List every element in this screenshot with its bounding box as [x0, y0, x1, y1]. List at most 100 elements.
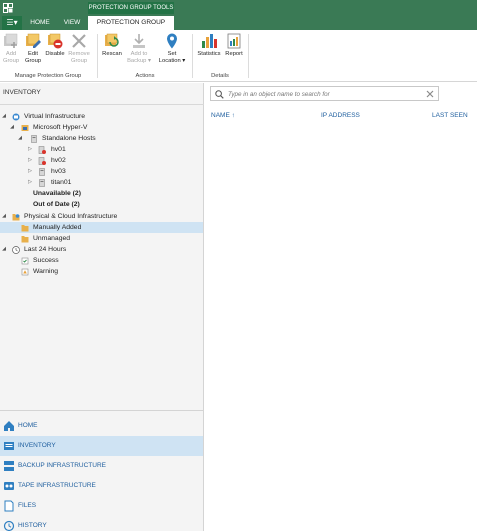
ribbon: Add Group Edit Group Disable Remove Grou…: [0, 30, 477, 82]
tree-item-label: titan01: [51, 179, 72, 186]
ribbon-divider: [248, 34, 249, 78]
tree-item-hv01[interactable]: ▷ hv01: [0, 144, 203, 155]
main-menu-button[interactable]: ☰▾: [2, 16, 22, 30]
collapse-arrow-icon[interactable]: ◢: [17, 133, 23, 144]
report-icon: [227, 33, 241, 49]
rescan-button[interactable]: Rescan: [101, 32, 123, 72]
tree-item-virtual-infrastructure[interactable]: ◢ Virtual Infrastructure: [0, 111, 203, 122]
tree-item-label: Last 24 Hours: [24, 246, 67, 253]
nav-inventory[interactable]: INVENTORY: [0, 436, 203, 456]
tree-item-label: Unavailable (2): [33, 190, 81, 197]
statistics-button[interactable]: Statistics: [195, 32, 223, 72]
report-button[interactable]: Report: [223, 32, 245, 72]
expand-arrow-icon[interactable]: ▷: [27, 177, 33, 188]
collapse-arrow-icon[interactable]: ◢: [1, 111, 7, 122]
tree-item-label: hv01: [51, 146, 66, 153]
physical-cloud-icon: [12, 214, 20, 221]
remove-group-button[interactable]: Remove Group: [68, 32, 90, 72]
nav-history[interactable]: HISTORY: [0, 516, 203, 531]
ribbon-divider: [192, 34, 193, 78]
rescan-icon: [105, 33, 119, 47]
edit-group-icon: [26, 33, 41, 48]
nav-files[interactable]: FILES: [0, 496, 203, 516]
app-icon: [3, 3, 13, 13]
column-header-ip-address[interactable]: IP ADDRESS: [321, 112, 360, 119]
clock-icon: [12, 246, 20, 254]
server-error-icon: [38, 146, 46, 154]
disable-label: Disable: [45, 51, 65, 57]
add-group-button[interactable]: Add Group: [0, 32, 22, 72]
tree-item-unavailable[interactable]: Unavailable (2): [0, 188, 203, 199]
tab-home[interactable]: HOME: [24, 16, 56, 30]
backup-infrastructure-icon: [4, 461, 14, 471]
add-to-backup-icon: [133, 34, 145, 48]
tree-item-warning[interactable]: Warning: [0, 266, 203, 277]
nav-label: BACKUP INFRASTRUCTURE: [18, 462, 107, 469]
search-input[interactable]: [228, 89, 418, 99]
tree-item-standalone-hosts[interactable]: ◢ Standalone Hosts: [0, 133, 203, 144]
collapse-arrow-icon[interactable]: ◢: [9, 122, 15, 133]
tab-view[interactable]: VIEW: [58, 16, 86, 30]
tree-item-physical-cloud[interactable]: ◢ Physical & Cloud Infrastructure: [0, 211, 203, 222]
hyper-v-icon: [21, 125, 29, 131]
add-to-backup-label: Add to: [130, 51, 148, 57]
sort-ascending-icon: ↑: [231, 112, 235, 119]
server-icon: [39, 179, 45, 187]
tree-item-label: Out of Date (2): [33, 201, 80, 208]
expand-arrow-icon[interactable]: ▷: [27, 166, 33, 177]
tree-item-label: Standalone Hosts: [42, 135, 96, 142]
tab-protection-group[interactable]: PROTECTION GROUP: [88, 16, 174, 30]
column-header-last-seen[interactable]: LAST SEEN: [432, 112, 468, 119]
success-icon: [21, 257, 29, 265]
divider: [0, 104, 204, 105]
edit-group-label: Edit: [28, 51, 38, 57]
collapse-arrow-icon[interactable]: ◢: [1, 211, 7, 222]
expand-arrow-icon[interactable]: ▷: [27, 155, 33, 166]
nav-home[interactable]: HOME: [0, 416, 203, 436]
remove-group-label: Remove: [68, 51, 90, 57]
column-header-label: NAME: [211, 112, 230, 119]
nav-backup-infrastructure[interactable]: BACKUP INFRASTRUCTURE: [0, 456, 203, 476]
folder-icon: [21, 236, 29, 243]
group-label-details: Details: [211, 73, 229, 79]
rescan-label: Rescan: [102, 51, 122, 57]
tree-item-label: Unmanaged: [33, 235, 71, 242]
collapse-arrow-icon[interactable]: ◢: [1, 244, 7, 255]
tree-item-hv03[interactable]: ▷ hv03: [0, 166, 203, 177]
tree-item-label: Microsoft Hyper-V: [33, 124, 88, 131]
tree-item-label: Success: [33, 257, 59, 264]
tree-item-label: hv03: [51, 168, 66, 175]
tree-item-hv02[interactable]: ▷ hv02: [0, 155, 203, 166]
content-pane: NAME ↑ IP ADDRESS LAST SEEN: [205, 83, 477, 531]
home-icon: [4, 421, 14, 431]
tree-item-unmanaged[interactable]: Unmanaged: [0, 233, 203, 244]
pane-title: INVENTORY: [3, 89, 41, 96]
add-to-backup-button[interactable]: Add to Backup ▾: [127, 32, 151, 72]
tree-item-label: hv02: [51, 157, 66, 164]
set-location-label-2: Location ▾: [158, 58, 186, 64]
tree-item-label: Virtual Infrastructure: [24, 113, 86, 120]
hosts-icon: [31, 135, 37, 143]
tree-item-success[interactable]: Success: [0, 255, 203, 266]
title-bar: PROTECTION GROUP TOOLS ☰▾ HOME VIEW PROT…: [0, 0, 477, 30]
set-location-button[interactable]: Set Location ▾: [155, 32, 189, 72]
tree-item-titan01[interactable]: ▷ titan01: [0, 177, 203, 188]
clear-search-icon[interactable]: [425, 89, 435, 99]
set-location-label: Set: [167, 51, 177, 57]
contextual-tools-label: PROTECTION GROUP TOOLS: [88, 2, 174, 14]
nav-label: FILES: [18, 502, 37, 509]
virtual-infrastructure-icon: [12, 113, 20, 121]
tree-item-label: Warning: [33, 268, 59, 275]
tree-item-out-of-date[interactable]: Out of Date (2): [0, 199, 203, 210]
tree-item-manually-added[interactable]: Manually Added: [0, 222, 203, 233]
tree-item-last-24-hours[interactable]: ◢ Last 24 Hours: [0, 244, 203, 255]
add-to-backup-label-2: Backup ▾: [127, 58, 151, 64]
column-header-name[interactable]: NAME ↑: [211, 112, 235, 119]
search-box[interactable]: [210, 86, 439, 101]
edit-group-button[interactable]: Edit Group: [22, 32, 44, 72]
add-group-icon: [4, 33, 18, 48]
expand-arrow-icon[interactable]: ▷: [27, 144, 33, 155]
nav-tape-infrastructure[interactable]: TAPE INFRASTRUCTURE: [0, 476, 203, 496]
tree-item-hyper-v[interactable]: ◢ Microsoft Hyper-V: [0, 122, 203, 133]
disable-button[interactable]: Disable: [44, 32, 66, 72]
